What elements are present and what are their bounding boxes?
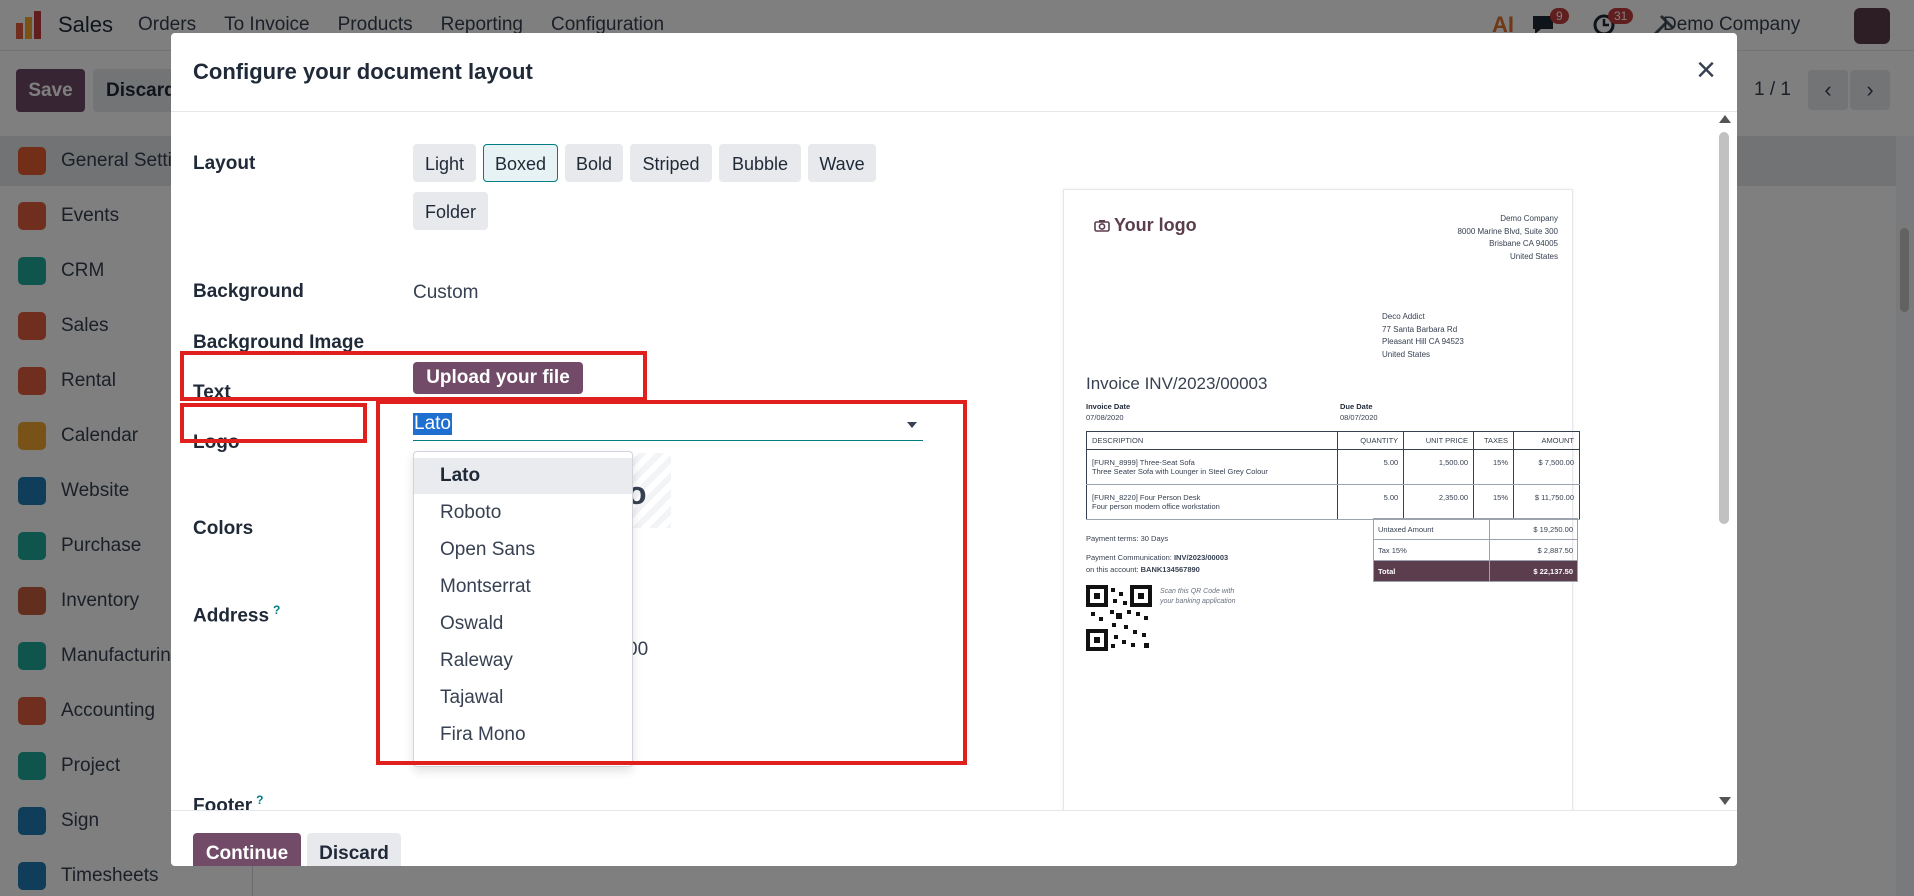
colors-label: Colors xyxy=(193,518,254,539)
preview-company-address: Demo Company 8000 Marine Blvd, Suite 300… xyxy=(1457,213,1558,263)
preview-invoice-title: Invoice INV/2023/00003 xyxy=(1086,374,1268,393)
highlight-text-label xyxy=(180,403,367,443)
preview-row-description: Three Seater Sofa with Lounger in Steel … xyxy=(1092,467,1268,476)
preview-col-taxes: TAXES xyxy=(1473,431,1515,450)
preview-company-line: Brisbane CA 94005 xyxy=(1489,239,1558,248)
preview-qr-text-line: Scan this QR Code with xyxy=(1160,588,1235,595)
preview-customer-line: 77 Santa Barbara Rd xyxy=(1382,324,1458,334)
preview-customer-line: Pleasant Hill CA 94523 xyxy=(1382,337,1464,346)
footer-help-icon[interactable]: ? xyxy=(256,793,263,807)
preview-total-label: Total xyxy=(1372,560,1491,582)
address-label-text: Address xyxy=(193,605,270,627)
preview-col-amount: AMOUNT xyxy=(1513,431,1580,450)
layout-option-bold[interactable]: Bold xyxy=(565,144,623,182)
dialog-header: Configure your document layout × xyxy=(171,33,1737,112)
preview-invoice-date-label: Invoice Date xyxy=(1086,402,1131,411)
footer-label: Footer? xyxy=(193,793,263,810)
preview-due-date: 08/07/2020 xyxy=(1340,413,1378,422)
preview-total-value: $ 19,250.00 xyxy=(1489,518,1578,540)
preview-row-price: 2,350.00 xyxy=(1403,484,1475,520)
qr-code-icon xyxy=(1086,585,1152,651)
preview-total-label: Tax 15% xyxy=(1372,539,1491,561)
camera-icon xyxy=(1094,220,1110,232)
layout-option-light[interactable]: Light xyxy=(413,144,476,182)
preview-lines-table: DESCRIPTION QUANTITY UNIT PRICE TAXES AM… xyxy=(1085,431,1580,520)
address-help-icon[interactable]: ? xyxy=(273,603,280,617)
layout-option-bubble[interactable]: Bubble xyxy=(719,144,801,182)
preview-logo-text: Your logo xyxy=(1114,215,1197,235)
dialog-discard-button[interactable]: Discard xyxy=(307,833,401,866)
highlight-background-image xyxy=(180,351,647,401)
close-icon[interactable]: × xyxy=(1692,53,1720,87)
dialog-footer: Continue Discard xyxy=(171,810,1737,866)
preview-payment-comm-label: Payment Communication: xyxy=(1086,553,1172,562)
preview-payment-terms: Payment terms: 30 Days xyxy=(1086,534,1169,543)
preview-row-amount: $ 11,750.00 xyxy=(1513,484,1580,520)
preview-row-qty: 5.00 xyxy=(1337,449,1405,485)
preview-invoice-date: 07/08/2020 xyxy=(1086,413,1124,422)
document-layout-dialog: Configure your document layout × Layout … xyxy=(171,33,1737,866)
layout-option-wave[interactable]: Wave xyxy=(808,144,876,182)
preview-account: on this account: BANK134567890 xyxy=(1086,565,1200,574)
preview-company-line: United States xyxy=(1509,251,1558,261)
dialog-body: Layout Background Background Image Text … xyxy=(171,113,1737,810)
preview-company-line: Demo Company xyxy=(1500,214,1558,223)
preview-col-unit-price: UNIT PRICE xyxy=(1403,431,1475,450)
preview-account-label: on this account: xyxy=(1086,565,1139,574)
preview-payment-comm-value: INV/2023/00003 xyxy=(1173,553,1229,562)
preview-col-description: DESCRIPTION xyxy=(1085,431,1339,450)
preview-row-qty: 5.00 xyxy=(1337,484,1405,520)
preview-row-amount: $ 7,500.00 xyxy=(1513,449,1580,485)
continue-button[interactable]: Continue xyxy=(193,833,301,866)
dialog-scrollbar-thumb[interactable] xyxy=(1719,132,1729,524)
preview-customer-line: Deco Addict xyxy=(1382,312,1425,321)
preview-logo: Your logo xyxy=(1094,215,1197,236)
preview-payment-comm: Payment Communication: INV/2023/00003 xyxy=(1086,553,1228,562)
table-row: [FURN_8999] Three-Seat Sofa Three Seater … xyxy=(1085,449,1580,485)
highlight-font-dropdown xyxy=(376,400,967,765)
preview-customer-address: Deco Addict 77 Santa Barbara Rd Pleasant… xyxy=(1382,311,1464,361)
preview-qr-text: Scan this QR Code with your banking appl… xyxy=(1160,587,1236,607)
footer-label-text: Footer xyxy=(193,795,253,810)
invoice-preview: Your logo Demo Company 8000 Marine Blvd,… xyxy=(1063,189,1580,810)
preview-customer-line: United States xyxy=(1382,349,1431,359)
preview-due-date-label: Due Date xyxy=(1340,402,1373,411)
preview-total-value: $ 2,887.50 xyxy=(1489,539,1578,561)
preview-row-price: 1,500.00 xyxy=(1403,449,1475,485)
preview-qr-text-line: your banking application xyxy=(1160,598,1236,605)
preview-account-value: BANK134567890 xyxy=(1140,565,1200,574)
preview-row-product: [FURN_8220] Four Person Desk xyxy=(1092,493,1201,502)
preview-total-label: Untaxed Amount xyxy=(1372,518,1491,540)
scroll-down-icon[interactable] xyxy=(1719,797,1731,805)
layout-option-boxed[interactable]: Boxed xyxy=(483,144,558,182)
table-row: [FURN_8220] Four Person Desk Four person … xyxy=(1085,484,1580,520)
layout-label: Layout xyxy=(193,153,256,174)
background-label: Background xyxy=(193,281,304,302)
layout-option-folder[interactable]: Folder xyxy=(413,192,488,230)
layout-option-striped[interactable]: Striped xyxy=(630,144,712,182)
preview-row-description: Four person modern office workstation xyxy=(1092,502,1220,511)
dialog-title: Configure your document layout xyxy=(193,59,533,84)
dialog-scrollbar[interactable] xyxy=(1716,115,1732,805)
address-label: Address? xyxy=(193,603,280,627)
preview-col-quantity: QUANTITY xyxy=(1337,431,1405,450)
preview-company-line: 8000 Marine Blvd, Suite 300 xyxy=(1457,226,1558,236)
preview-total-value: $ 22,137.50 xyxy=(1489,560,1578,582)
scroll-up-icon[interactable] xyxy=(1719,115,1731,123)
preview-row-tax: 15% xyxy=(1473,484,1515,520)
preview-totals-table: Untaxed Amount $ 19,250.00 Tax 15% $ 2,887… xyxy=(1372,518,1578,582)
background-value[interactable]: Custom xyxy=(413,282,478,304)
preview-row-product: [FURN_8999] Three-Seat Sofa xyxy=(1092,458,1195,467)
preview-row-tax: 15% xyxy=(1473,449,1515,485)
